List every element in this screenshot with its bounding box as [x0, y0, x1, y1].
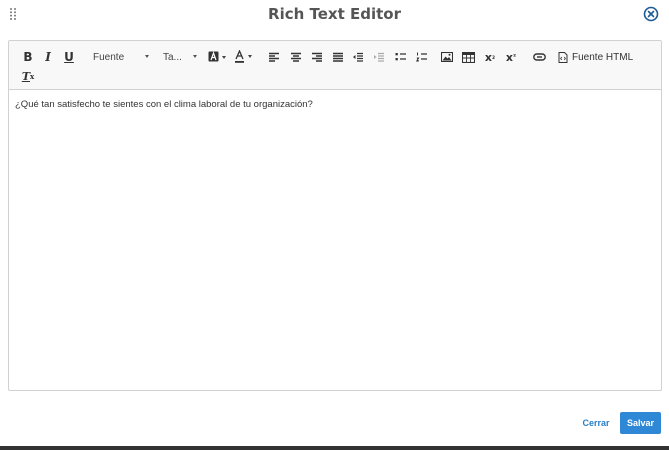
chevron-down-icon	[145, 55, 149, 58]
align-center-button[interactable]	[289, 48, 303, 66]
rich-text-editor: B I U Fuente Ta... x ₂ x ² Fuente HTML T…	[8, 40, 662, 391]
editor-content[interactable]: ¿Qué tan satisfecho te sientes con el cl…	[9, 91, 661, 390]
size-combo[interactable]: Ta...	[163, 48, 197, 66]
underline-button[interactable]: U	[62, 48, 76, 66]
close-icon[interactable]	[643, 6, 659, 22]
italic-button[interactable]: I	[41, 48, 55, 66]
source-icon	[558, 51, 568, 63]
remove-format-button[interactable]: Tx	[21, 67, 35, 85]
justify-button[interactable]	[331, 48, 345, 66]
indent-icon	[374, 52, 384, 62]
background-color-icon	[208, 51, 226, 62]
link-button[interactable]	[531, 48, 547, 66]
align-left-icon	[269, 52, 279, 62]
align-center-icon	[291, 52, 301, 62]
superscript-label: x	[505, 50, 514, 64]
remove-format-icon: x	[30, 71, 35, 81]
source-html-button[interactable]: Fuente HTML	[558, 48, 640, 66]
save-button[interactable]: Salvar	[620, 412, 661, 434]
superscript-button[interactable]: x²	[504, 48, 518, 66]
remove-format-label: T	[21, 69, 30, 83]
insert-table-button[interactable]	[461, 48, 475, 66]
dialog-header: Rich Text Editor	[0, 0, 669, 30]
align-right-button[interactable]	[310, 48, 324, 66]
font-combo-label: Fuente	[93, 51, 125, 63]
text-color-button[interactable]	[234, 48, 254, 66]
insert-image-button[interactable]	[440, 48, 454, 66]
background-strip	[0, 446, 669, 450]
image-icon	[441, 52, 453, 62]
dialog-title: Rich Text Editor	[268, 5, 401, 23]
link-icon	[532, 53, 546, 61]
indent-button[interactable]	[372, 48, 386, 66]
align-left-button[interactable]	[267, 48, 281, 66]
subscript-button[interactable]: x₂	[483, 48, 497, 66]
outdent-button[interactable]	[351, 48, 365, 66]
bold-button[interactable]: B	[21, 48, 35, 66]
bulleted-list-button[interactable]	[394, 48, 408, 66]
align-right-icon	[312, 52, 322, 62]
background-color-button[interactable]	[208, 48, 228, 66]
text-color-icon	[235, 50, 252, 63]
editor-toolbar: B I U Fuente Ta... x ₂ x ² Fuente HTML T…	[9, 41, 661, 90]
cancel-button[interactable]: Cerrar	[578, 414, 614, 432]
size-combo-label: Ta...	[163, 51, 182, 63]
font-combo[interactable]: Fuente	[93, 48, 149, 66]
numbered-list-button[interactable]	[415, 48, 429, 66]
source-html-label: Fuente HTML	[572, 51, 634, 63]
chevron-down-icon	[193, 55, 197, 58]
outdent-icon	[353, 52, 363, 62]
subscript-label: x	[484, 50, 493, 64]
justify-icon	[333, 52, 343, 62]
numbered-list-icon	[416, 52, 427, 62]
bulleted-list-icon	[395, 53, 406, 61]
table-icon	[461, 51, 475, 63]
